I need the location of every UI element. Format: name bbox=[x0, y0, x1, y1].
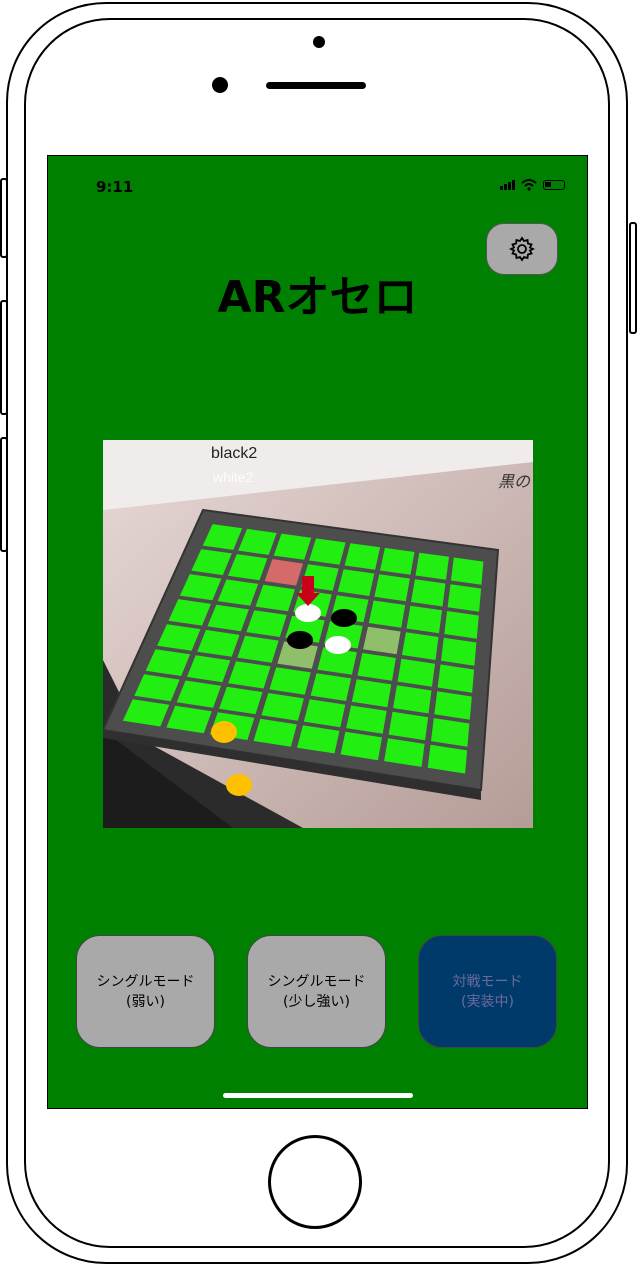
home-indicator bbox=[223, 1093, 413, 1098]
paper-text: 黒の bbox=[498, 472, 531, 491]
earpiece-speaker bbox=[266, 82, 366, 89]
black-piece bbox=[287, 631, 313, 649]
page-title: ARオセロ bbox=[217, 272, 418, 323]
versus-mode-button[interactable]: 対戦モード (実装中) bbox=[418, 935, 557, 1048]
app-screen: 9:11 ARオセロ black2 white2 黒の シングルモード (弱い)… bbox=[47, 155, 588, 1109]
ar-scene: black2 white2 黒の bbox=[103, 440, 533, 828]
yellow-marker bbox=[211, 721, 237, 743]
volume-up-button bbox=[0, 300, 8, 415]
single-mode-strong-button[interactable]: シングルモード (少し強い) bbox=[247, 935, 386, 1048]
board-cell[interactable] bbox=[363, 626, 401, 655]
status-icons bbox=[500, 179, 565, 191]
board-cell[interactable] bbox=[450, 557, 484, 585]
board-cell[interactable] bbox=[374, 574, 410, 602]
board-cell[interactable] bbox=[411, 579, 446, 607]
mute-switch bbox=[0, 178, 8, 258]
white-piece bbox=[295, 604, 321, 622]
single-mode-weak-button[interactable]: シングルモード (弱い) bbox=[76, 935, 215, 1048]
board-cell[interactable] bbox=[415, 552, 450, 580]
wifi-icon bbox=[521, 179, 537, 191]
score-label-white: white2 bbox=[212, 469, 254, 485]
board-cell[interactable] bbox=[344, 543, 381, 570]
gear-icon bbox=[509, 236, 535, 262]
home-button[interactable] bbox=[268, 1135, 362, 1229]
volume-down-button bbox=[0, 437, 8, 552]
board-cell[interactable] bbox=[406, 605, 443, 634]
board-cell[interactable] bbox=[380, 547, 415, 575]
status-time: 9:11 bbox=[96, 178, 134, 196]
black-piece bbox=[331, 609, 357, 627]
battery-icon bbox=[543, 180, 565, 190]
power-button bbox=[629, 222, 637, 334]
signal-icon bbox=[500, 180, 515, 190]
ar-camera-view[interactable]: black2 white2 黒の bbox=[103, 440, 533, 828]
white-piece bbox=[325, 636, 351, 654]
board-cell[interactable] bbox=[444, 611, 479, 639]
board-cell[interactable] bbox=[368, 600, 406, 628]
proximity-sensor bbox=[212, 77, 228, 93]
board-cell[interactable] bbox=[447, 584, 482, 612]
board-cell[interactable] bbox=[441, 637, 477, 666]
front-camera bbox=[313, 36, 325, 48]
board-cell[interactable] bbox=[337, 569, 375, 596]
score-label-black: black2 bbox=[211, 445, 257, 462]
yellow-marker bbox=[226, 774, 252, 796]
